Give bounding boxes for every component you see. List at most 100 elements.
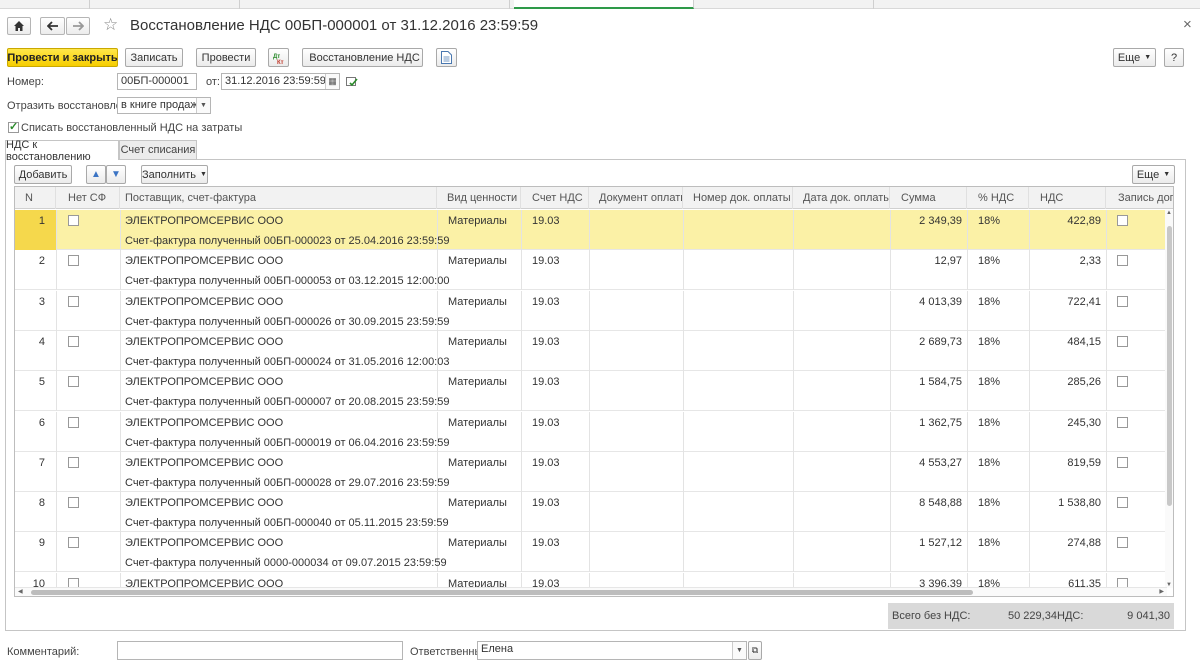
vat-account[interactable]: 19.03 xyxy=(532,457,560,469)
comment-field[interactable] xyxy=(117,641,403,660)
no-invoice-checkbox[interactable] xyxy=(68,376,79,388)
no-invoice-checkbox[interactable] xyxy=(68,215,79,226)
vertical-scrollbar[interactable]: ▲ ▼ xyxy=(1165,210,1173,588)
window-tab[interactable] xyxy=(694,0,874,9)
vat-rate[interactable]: 18% xyxy=(978,417,1000,429)
vat-rate[interactable]: 18% xyxy=(978,296,1000,308)
invoice-name[interactable]: Счет-фактура полученный 00БП-000026 от 3… xyxy=(125,316,449,328)
fill-button[interactable]: Заполнить ▼ xyxy=(141,165,208,184)
grid-more-button[interactable]: Еще ▼ xyxy=(1132,165,1175,184)
date-field[interactable]: 31.12.2016 23:59:59 ▦ xyxy=(221,73,340,90)
row-vat[interactable]: 819,59 xyxy=(1029,457,1101,469)
supplier-name[interactable]: ЭЛЕКТРОПРОМСЕРВИС ООО xyxy=(125,457,283,469)
window-tab[interactable] xyxy=(0,0,90,9)
extra-entry-checkbox[interactable] xyxy=(1117,376,1128,388)
table-row[interactable]: 4 ЭЛЕКТРОПРОМСЕРВИС ООО Счет-фактура получ… xyxy=(15,330,1167,371)
table-row[interactable]: 2 ЭЛЕКТРОПРОМСЕРВИС ООО Счет-фактура получ… xyxy=(15,250,1167,291)
row-vat[interactable]: 274,88 xyxy=(1029,537,1101,549)
tab-writeoff-account[interactable]: Счет списания xyxy=(119,140,197,159)
value-kind[interactable]: Материалы xyxy=(448,497,507,509)
value-kind[interactable]: Материалы xyxy=(448,417,507,429)
extra-entry-checkbox[interactable] xyxy=(1117,295,1128,307)
table-row[interactable]: 9 ЭЛЕКТРОПРОМСЕРВИС ООО Счет-фактура получ… xyxy=(15,532,1167,573)
window-tab-active[interactable] xyxy=(514,0,694,9)
row-vat[interactable]: 722,41 xyxy=(1029,296,1101,308)
writeoff-checkbox[interactable] xyxy=(8,120,19,133)
column-header-extra-entry[interactable]: Запись доп xyxy=(1106,187,1173,209)
no-invoice-checkbox[interactable] xyxy=(68,295,79,307)
table-row[interactable]: 3 ЭЛЕКТРОПРОМСЕРВИС ООО Счет-фактура получ… xyxy=(15,290,1167,331)
vat-rate[interactable]: 18% xyxy=(978,537,1000,549)
row-sum[interactable]: 8 548,88 xyxy=(890,497,962,509)
no-invoice-checkbox[interactable] xyxy=(68,335,79,347)
vat-rate[interactable]: 18% xyxy=(978,215,1000,227)
vat-rate[interactable]: 18% xyxy=(978,255,1000,267)
vat-restore-table[interactable]: N Нет СФ Поставщик, счет-фактура Вид цен… xyxy=(14,186,1174,597)
invoice-name[interactable]: Счет-фактура полученный 00БП-000023 от 2… xyxy=(125,235,449,247)
vat-account[interactable]: 19.03 xyxy=(532,376,560,388)
vat-rate[interactable]: 18% xyxy=(978,336,1000,348)
supplier-name[interactable]: ЭЛЕКТРОПРОМСЕРВИС ООО xyxy=(125,336,283,348)
chevron-down-icon[interactable]: ▼ xyxy=(196,98,210,113)
close-icon[interactable]: × xyxy=(1183,16,1192,33)
value-kind[interactable]: Материалы xyxy=(448,336,507,348)
column-header-sum[interactable]: Сумма xyxy=(890,187,967,209)
vat-rate[interactable]: 18% xyxy=(978,457,1000,469)
calendar-icon[interactable]: ▦ xyxy=(325,74,339,89)
value-kind[interactable]: Материалы xyxy=(448,255,507,267)
supplier-name[interactable]: ЭЛЕКТРОПРОМСЕРВИС ООО xyxy=(125,417,283,429)
extra-entry-checkbox[interactable] xyxy=(1117,537,1128,549)
scroll-left-icon[interactable]: ◀ xyxy=(18,588,23,595)
invoice-name[interactable]: Счет-фактура полученный 00БП-000040 от 0… xyxy=(125,517,449,529)
row-vat[interactable]: 2,33 xyxy=(1029,255,1101,267)
value-kind[interactable]: Материалы xyxy=(448,457,507,469)
column-header-vat-rate[interactable]: % НДС xyxy=(967,187,1029,209)
back-button[interactable] xyxy=(40,17,65,35)
value-kind[interactable]: Материалы xyxy=(448,537,507,549)
supplier-name[interactable]: ЭЛЕКТРОПРОМСЕРВИС ООО xyxy=(125,215,283,227)
column-header-vat[interactable]: НДС xyxy=(1029,187,1106,209)
vat-rate[interactable]: 18% xyxy=(978,376,1000,388)
invoice-name[interactable]: Счет-фактура полученный 00БП-000028 от 2… xyxy=(125,477,449,489)
number-field[interactable]: 00БП-000001 xyxy=(117,73,197,90)
scroll-up-icon[interactable]: ▲ xyxy=(1166,210,1172,216)
column-header-payment-number[interactable]: Номер док. оплаты xyxy=(683,187,793,209)
row-sum[interactable]: 4 013,39 xyxy=(890,296,962,308)
table-row[interactable]: 8 ЭЛЕКТРОПРОМСЕРВИС ООО Счет-фактура получ… xyxy=(15,492,1167,533)
window-tab[interactable] xyxy=(90,0,240,9)
move-down-button[interactable]: ▼ xyxy=(106,165,126,184)
calendar-check-icon[interactable] xyxy=(346,76,358,90)
forward-button[interactable] xyxy=(66,17,90,35)
report-button[interactable] xyxy=(436,48,457,67)
reflect-select[interactable]: в книге продаж ▼ xyxy=(117,97,211,114)
no-invoice-checkbox[interactable] xyxy=(68,497,79,509)
row-vat[interactable]: 245,30 xyxy=(1029,417,1101,429)
no-invoice-checkbox[interactable] xyxy=(68,537,79,549)
extra-entry-checkbox[interactable] xyxy=(1117,456,1128,468)
row-vat[interactable]: 1 538,80 xyxy=(1029,497,1101,509)
move-up-button[interactable]: ▲ xyxy=(86,165,106,184)
row-vat[interactable]: 422,89 xyxy=(1029,215,1101,227)
extra-entry-checkbox[interactable] xyxy=(1117,215,1128,226)
row-sum[interactable]: 12,97 xyxy=(890,255,962,267)
value-kind[interactable]: Материалы xyxy=(448,215,507,227)
tab-vat-restore[interactable]: НДС к восстановлению xyxy=(5,139,119,163)
horizontal-scroll-thumb[interactable] xyxy=(31,590,973,595)
supplier-name[interactable]: ЭЛЕКТРОПРОМСЕРВИС ООО xyxy=(125,296,283,308)
invoice-name[interactable]: Счет-фактура полученный 0000-000034 от 0… xyxy=(125,557,447,569)
chevron-down-icon[interactable]: ▼ xyxy=(732,642,746,659)
row-sum[interactable]: 1 527,12 xyxy=(890,537,962,549)
row-sum[interactable]: 2 349,39 xyxy=(890,215,962,227)
extra-entry-checkbox[interactable] xyxy=(1117,335,1128,347)
column-header-n[interactable]: N xyxy=(15,187,56,209)
vat-account[interactable]: 19.03 xyxy=(532,537,560,549)
row-sum[interactable]: 2 689,73 xyxy=(890,336,962,348)
more-button[interactable]: Еще ▼ xyxy=(1113,48,1156,67)
open-responsible-button[interactable]: ⧉ xyxy=(748,641,762,660)
no-invoice-checkbox[interactable] xyxy=(68,255,79,267)
value-kind[interactable]: Материалы xyxy=(448,376,507,388)
supplier-name[interactable]: ЭЛЕКТРОПРОМСЕРВИС ООО xyxy=(125,497,283,509)
table-row[interactable]: 1 ЭЛЕКТРОПРОМСЕРВИС ООО Счет-фактура получ… xyxy=(15,210,1167,250)
row-vat[interactable]: 484,15 xyxy=(1029,336,1101,348)
extra-entry-checkbox[interactable] xyxy=(1117,416,1128,428)
